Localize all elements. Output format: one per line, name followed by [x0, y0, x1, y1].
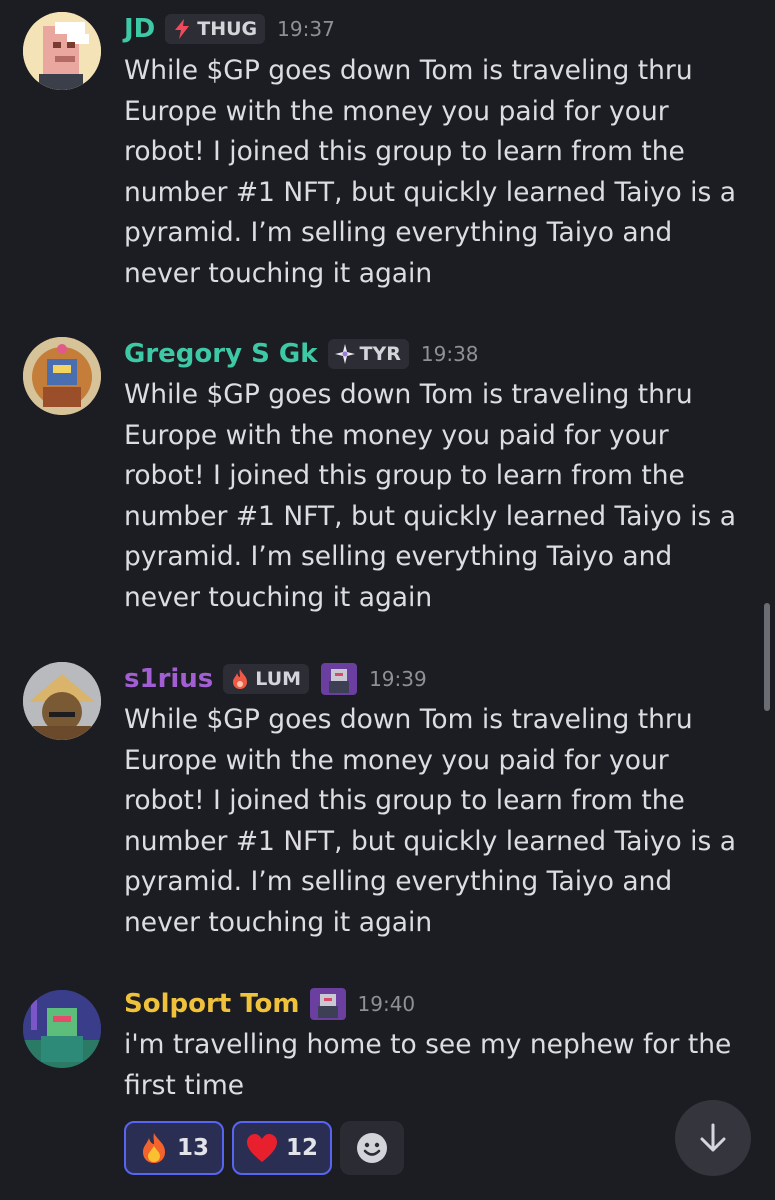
user-avatar-jd[interactable]: [23, 12, 101, 90]
reaction-bar: 13 12: [124, 1121, 404, 1175]
message-text: While $GP goes down Tom is traveling thr…: [124, 55, 736, 289]
robot-badge-icon[interactable]: [321, 663, 358, 695]
message-text: While $GP goes down Tom is traveling thr…: [124, 704, 736, 938]
fire-icon: [233, 669, 248, 689]
timestamp: 19:38: [420, 342, 479, 366]
role-tag[interactable]: THUG: [165, 14, 266, 44]
username[interactable]: Solport Tom: [124, 989, 300, 1019]
lightning-icon: [175, 19, 190, 39]
sparkle-icon: [334, 344, 355, 364]
role-label: LUM: [255, 668, 302, 690]
arrow-down-icon: [700, 1123, 726, 1152]
username[interactable]: s1rius: [124, 664, 213, 694]
user-avatar-s1rius[interactable]: [23, 662, 101, 740]
user-avatar-solport-tom[interactable]: [23, 990, 101, 1068]
user-avatar-gregory[interactable]: [23, 337, 101, 415]
red-heart-icon: [246, 1133, 278, 1163]
reaction-count: 12: [285, 1135, 318, 1161]
timestamp: 19:39: [369, 667, 427, 691]
scrollbar-thumb[interactable]: [764, 603, 770, 711]
message-text: i'm travelling home to see my nephew for…: [124, 1029, 732, 1101]
fire-icon: [139, 1132, 169, 1164]
role-tag[interactable]: TYR: [327, 339, 409, 369]
chat-message-list[interactable]: JD THUG 19:37 While $GP goes down Tom is…: [0, 0, 775, 1200]
add-reaction-button[interactable]: [340, 1121, 404, 1175]
username[interactable]: Gregory S Gk: [124, 339, 318, 369]
role-tag[interactable]: LUM: [223, 664, 310, 694]
reaction-count: 13: [176, 1135, 209, 1161]
robot-badge-icon[interactable]: [309, 988, 346, 1020]
role-label: TYR: [359, 343, 401, 365]
timestamp: 19:37: [277, 17, 335, 41]
jump-to-latest-button[interactable]: [675, 1100, 751, 1176]
reaction-heart[interactable]: 12: [232, 1121, 332, 1175]
smiley-face-icon: [357, 1133, 387, 1163]
role-label: THUG: [197, 18, 258, 40]
reaction-fire[interactable]: 13: [124, 1121, 224, 1175]
timestamp: 19:40: [357, 992, 416, 1016]
username[interactable]: JD: [124, 14, 155, 44]
message-text: While $GP goes down Tom is traveling thr…: [124, 379, 736, 613]
